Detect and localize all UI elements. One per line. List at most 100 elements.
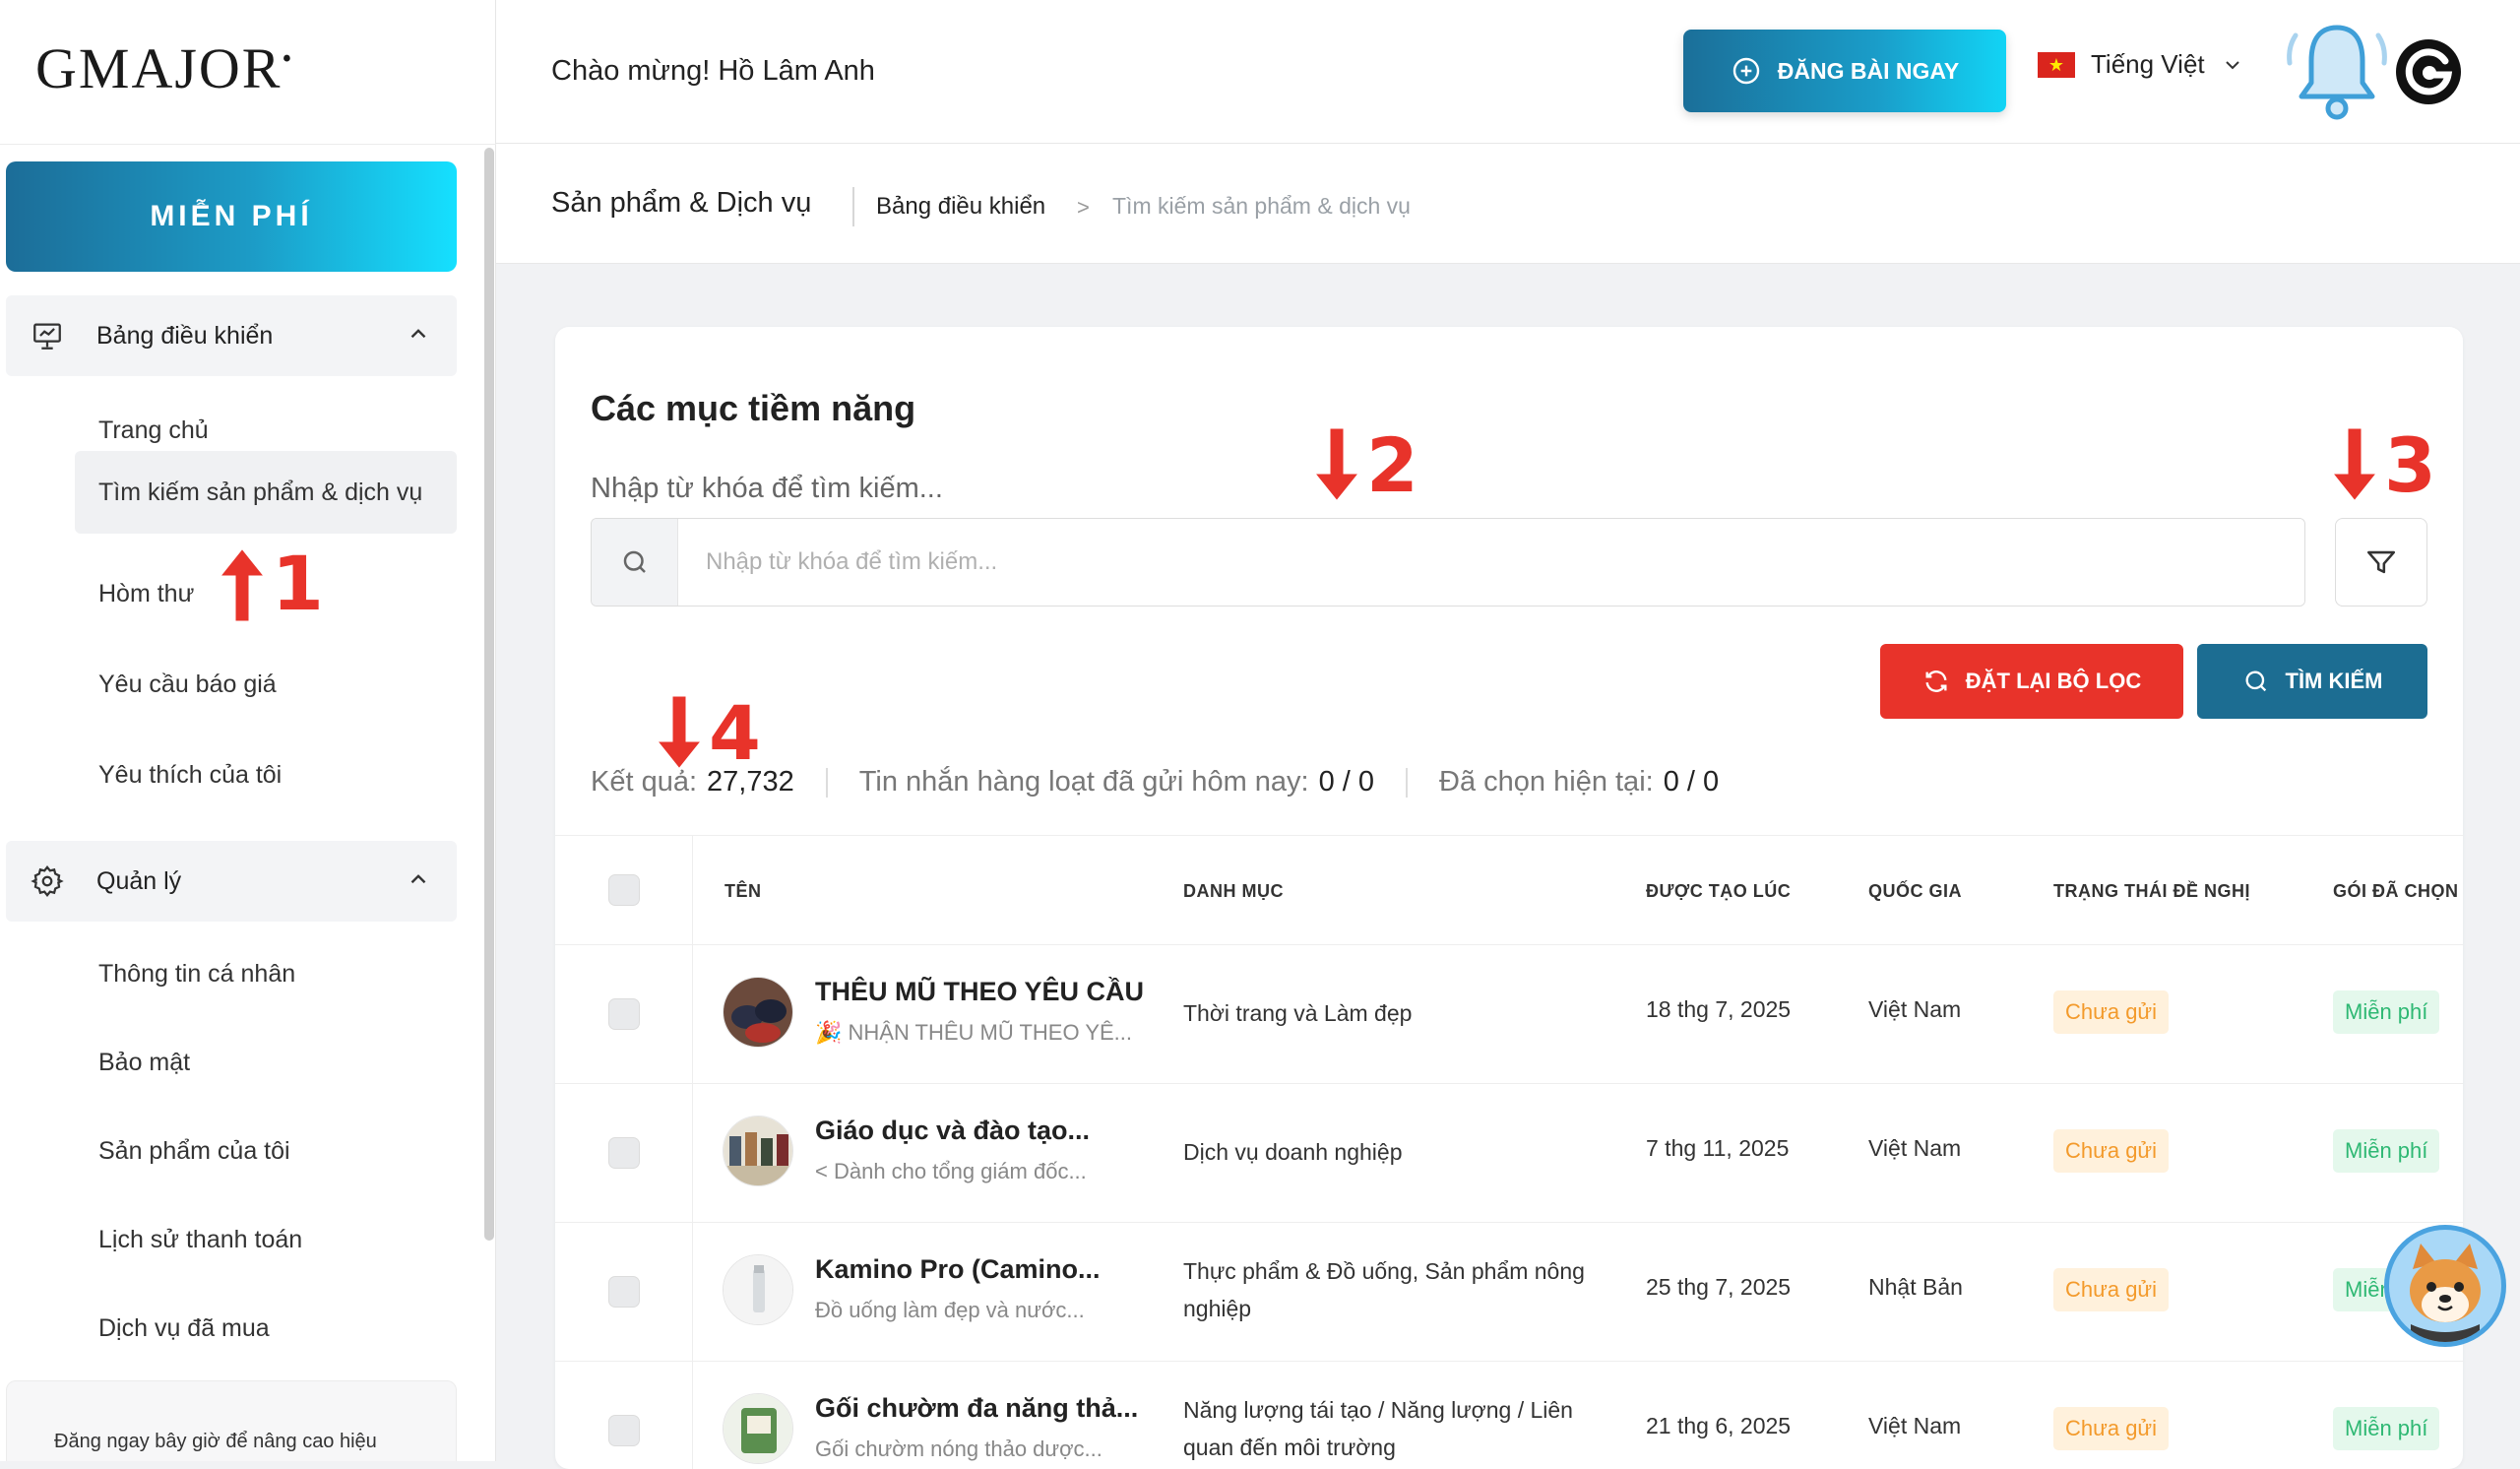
sidebar-item-profile[interactable]: Thông tin cá nhân [75, 933, 457, 1014]
row-checkbox[interactable] [607, 1137, 640, 1169]
language-selector[interactable]: ★ Tiếng Việt [2038, 49, 2244, 80]
sidebar-scrollbar[interactable] [484, 148, 494, 1241]
search-input[interactable] [678, 519, 2304, 606]
created-date: 7 thg 11, 2025 [1646, 1135, 1790, 1161]
table-header: TÊN DANH MỤC ĐƯỢC TẠO LÚC QUỐC GIA TRẠNG… [555, 835, 2463, 945]
arrow-down-icon [1309, 425, 1364, 504]
annotation-marker-3: 3 [2327, 421, 2436, 509]
annotation-label: 4 [709, 689, 761, 777]
select-all-checkbox[interactable] [607, 874, 640, 906]
sidebar-item-purchased-services[interactable]: Dịch vụ đã mua [75, 1288, 457, 1369]
sidebar-item-security[interactable]: Bảo mật [75, 1022, 457, 1103]
product-category: Thực phẩm & Đồ uống, Sản phẩm nông nghiệ… [1183, 1258, 1585, 1321]
product-category: Thời trang và Làm đẹp [1183, 1000, 1413, 1026]
sidebar-group-label: Bảng điều khiển [96, 321, 274, 350]
table-row[interactable]: Kamino Pro (Camino... Đồ uống làm đẹp và… [555, 1223, 2463, 1362]
reset-filters-label: ĐẶT LẠI BỘ LỌC [1965, 669, 2142, 693]
notification-bell-icon[interactable] [2278, 14, 2396, 128]
sidebar-group-management[interactable]: Quản lý [6, 841, 457, 922]
status-badge: Chưa gửi [2053, 1268, 2170, 1311]
selected-count: 0 / 0 [1663, 766, 1720, 798]
gear-icon [28, 862, 67, 901]
row-checkbox-cell [555, 1362, 693, 1469]
row-checkbox-cell [555, 945, 693, 1083]
plan-badge: Miễn phí [2333, 1129, 2440, 1173]
product-thumbnail [723, 1393, 793, 1464]
product-name[interactable]: Giáo dục và đào tạo... [815, 1116, 1090, 1146]
bulk-messages-count: 0 / 0 [1318, 766, 1375, 798]
product-name[interactable]: THÊU MŨ THEO YÊU CẦU [815, 977, 1144, 1007]
presentation-board-icon [28, 316, 67, 355]
breadcrumb-current: Tìm kiếm sản phẩm & dịch vụ [1112, 193, 1411, 219]
chat-assistant-button[interactable] [2384, 1225, 2506, 1347]
table-row[interactable]: Gối chườm đa năng thả... Gối chườm nóng … [555, 1362, 2463, 1469]
page-title: Các mục tiềm năng [591, 388, 916, 428]
reset-filters-button[interactable]: ĐẶT LẠI BỘ LỌC [1880, 644, 2183, 719]
row-checkbox-cell [555, 1084, 693, 1222]
gmajor-logo[interactable]: GMAJOR• [35, 35, 293, 101]
chevron-up-icon [410, 874, 426, 884]
upgrade-promo[interactable]: Đăng ngay bây giờ để nâng cao hiệu [6, 1380, 457, 1461]
column-offer-status[interactable]: TRẠNG THÁI ĐỀ NGHỊ [2053, 881, 2250, 902]
column-country[interactable]: QUỐC GIA [1868, 881, 1962, 902]
sidebar-item-favorites[interactable]: Yêu thích của tôi [75, 734, 457, 815]
search-icon [2245, 671, 2266, 692]
sidebar-group-dashboard[interactable]: Bảng điều khiển [6, 295, 457, 376]
status-badge: Chưa gửi [2053, 1407, 2170, 1450]
country: Việt Nam [1868, 1135, 1962, 1161]
product-description: < Dành cho tổng giám đốc... [815, 1159, 1087, 1183]
filter-button[interactable] [2335, 518, 2427, 607]
annotation-label: 2 [1366, 421, 1418, 509]
post-now-button[interactable]: ĐĂNG BÀI NGAY [1683, 30, 2006, 112]
post-now-label: ĐĂNG BÀI NGAY [1777, 57, 1960, 84]
country: Việt Nam [1868, 1413, 1962, 1438]
table-row[interactable]: Giáo dục và đào tạo... < Dành cho tổng g… [555, 1084, 2463, 1223]
table-row[interactable]: THÊU MŨ THEO YÊU CẦU 🎉 NHẬN THÊU MŨ THEO… [555, 945, 2463, 1084]
column-created-at[interactable]: ĐƯỢC TẠO LÚC [1646, 881, 1791, 902]
product-thumbnail [723, 1254, 793, 1325]
sidebar-item-payment-history[interactable]: Lịch sử thanh toán [75, 1199, 457, 1280]
plan-badge: Miễn phí [2333, 1407, 2440, 1450]
search-button[interactable]: TÌM KIẾM [2197, 644, 2427, 719]
sidebar: GMAJOR• MIỄN PHÍ Bảng điều khiển Trang c… [0, 0, 496, 1461]
bulk-messages-label: Tin nhắn hàng loạt đã gửi hôm nay: [858, 766, 1309, 798]
product-name[interactable]: Gối chườm đa năng thả... [815, 1393, 1138, 1424]
created-date: 18 thg 7, 2025 [1646, 996, 1792, 1022]
product-category: Năng lượng tái tạo / Năng lượng / Liên q… [1183, 1397, 1573, 1460]
status-badge: Chưa gửi [2053, 990, 2170, 1034]
column-category[interactable]: DANH MỤC [1183, 881, 1284, 902]
plan-badge: Miễn phí [2333, 990, 2440, 1034]
breadcrumb-home-link[interactable]: Bảng điều khiển [876, 193, 1045, 221]
sidebar-divider [0, 144, 496, 145]
sidebar-item-my-products[interactable]: Sản phẩm của tôi [75, 1111, 457, 1191]
row-checkbox[interactable] [607, 1415, 640, 1446]
plan-banner[interactable]: MIỄN PHÍ [6, 161, 457, 272]
product-name[interactable]: Kamino Pro (Camino... [815, 1254, 1101, 1285]
stats-divider [825, 767, 828, 798]
promo-text: Đăng ngay bây giờ để nâng cao hiệu [54, 1431, 377, 1452]
language-label: Tiếng Việt [2091, 49, 2205, 79]
row-checkbox[interactable] [607, 998, 640, 1030]
breadcrumb-separator-icon: > [1077, 195, 1090, 220]
product-description: 🎉 NHẬN THÊU MŨ THEO YÊ... [815, 1020, 1132, 1045]
column-name[interactable]: TÊN [724, 881, 762, 902]
stats-divider [1406, 767, 1409, 798]
selected-label: Đã chọn hiện tại: [1439, 766, 1654, 798]
arrow-down-icon [652, 693, 707, 772]
sidebar-item-search-products[interactable]: Tìm kiếm sản phẩm & dịch vụ [75, 451, 457, 534]
row-checkbox-cell [555, 1223, 693, 1361]
search-label: Nhập từ khóa để tìm kiếm... [591, 473, 943, 504]
country: Việt Nam [1868, 996, 1962, 1022]
product-category: Dịch vụ doanh nghiệp [1183, 1139, 1403, 1165]
filter-funnel-icon [2366, 550, 2396, 574]
user-avatar-logo[interactable] [2394, 37, 2463, 106]
row-checkbox[interactable] [607, 1276, 640, 1308]
sidebar-item-quote-requests[interactable]: Yêu cầu báo giá [75, 644, 457, 725]
breadcrumb: Sản phẩm & Dịch vụ Bảng điều khiển > Tìm… [496, 144, 2520, 264]
arrow-down-icon [2327, 425, 2382, 504]
sidebar-group-label: Quản lý [96, 866, 182, 895]
column-plan[interactable]: GÓI ĐÃ CHỌN [2333, 881, 2459, 902]
product-description: Đồ uống làm đẹp và nước... [815, 1298, 1085, 1322]
annotation-marker-1: 1 [215, 540, 324, 627]
welcome-text: Chào mừng! Hồ Lâm Anh [551, 55, 875, 87]
